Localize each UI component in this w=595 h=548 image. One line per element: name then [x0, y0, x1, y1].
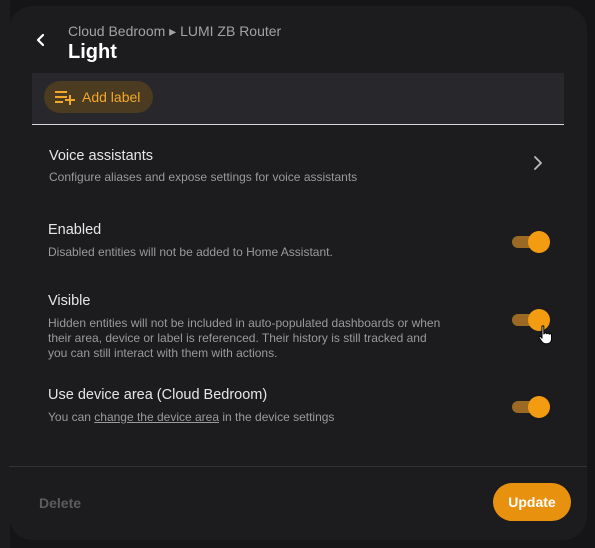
breadcrumb: Cloud Bedroom ▸ LUMI ZB Router	[68, 23, 282, 39]
device-area-toggle[interactable]	[512, 396, 550, 418]
device-area-title: Use device area (Cloud Bedroom)	[48, 387, 268, 403]
add-label-button[interactable]: Add label	[44, 81, 153, 113]
enabled-description: Disabled entities will not be added to H…	[48, 245, 333, 259]
visible-description-line: Hidden entities will not be included in …	[48, 316, 441, 330]
entity-settings-dialog: Cloud Bedroom ▸ LUMI ZB Router Light Add…	[9, 6, 587, 540]
device-area-row: Use device area (Cloud Bedroom) You can …	[48, 386, 334, 425]
page-title: Light	[68, 41, 117, 63]
voice-assistants-description: Configure aliases and expose settings fo…	[49, 170, 358, 184]
visible-title: Visible	[48, 293, 91, 309]
delete-button[interactable]: Delete	[39, 495, 81, 511]
device-area-description: You can change the device area in the de…	[48, 410, 334, 425]
chevron-left-icon	[36, 33, 45, 47]
change-device-area-link[interactable]: change the device area	[94, 410, 219, 424]
enabled-title: Enabled	[48, 222, 102, 238]
add-label-text: Add label	[82, 89, 141, 105]
visible-description: Hidden entities will not be included in …	[48, 316, 440, 361]
update-button[interactable]: Update	[493, 483, 571, 521]
device-area-toggle-knob	[528, 396, 550, 418]
visible-row: Visible Hidden entities will not be incl…	[48, 292, 440, 361]
back-button[interactable]	[27, 26, 55, 54]
enabled-row: Enabled Disabled entities will not be ad…	[48, 221, 333, 260]
dialog-header: Cloud Bedroom ▸ LUMI ZB Router Light	[9, 6, 587, 76]
visible-description-line: their area, device or label is reference…	[48, 331, 427, 345]
enabled-toggle[interactable]	[512, 231, 550, 253]
enabled-toggle-knob	[528, 231, 550, 253]
visible-description-line: you can still interact with them with ac…	[48, 346, 278, 360]
footer-divider	[9, 466, 587, 467]
playlist-add-icon	[55, 91, 75, 105]
chevron-right-icon[interactable]	[530, 155, 546, 171]
device-area-desc-suffix: in the device settings	[219, 410, 335, 424]
voice-assistants-title: Voice assistants	[49, 148, 153, 164]
device-area-desc-prefix: You can	[48, 410, 95, 424]
pointer-cursor-icon	[538, 325, 552, 345]
labels-section: Add label	[32, 73, 564, 125]
voice-assistants-row[interactable]: Voice assistants Configure aliases and e…	[49, 147, 357, 185]
